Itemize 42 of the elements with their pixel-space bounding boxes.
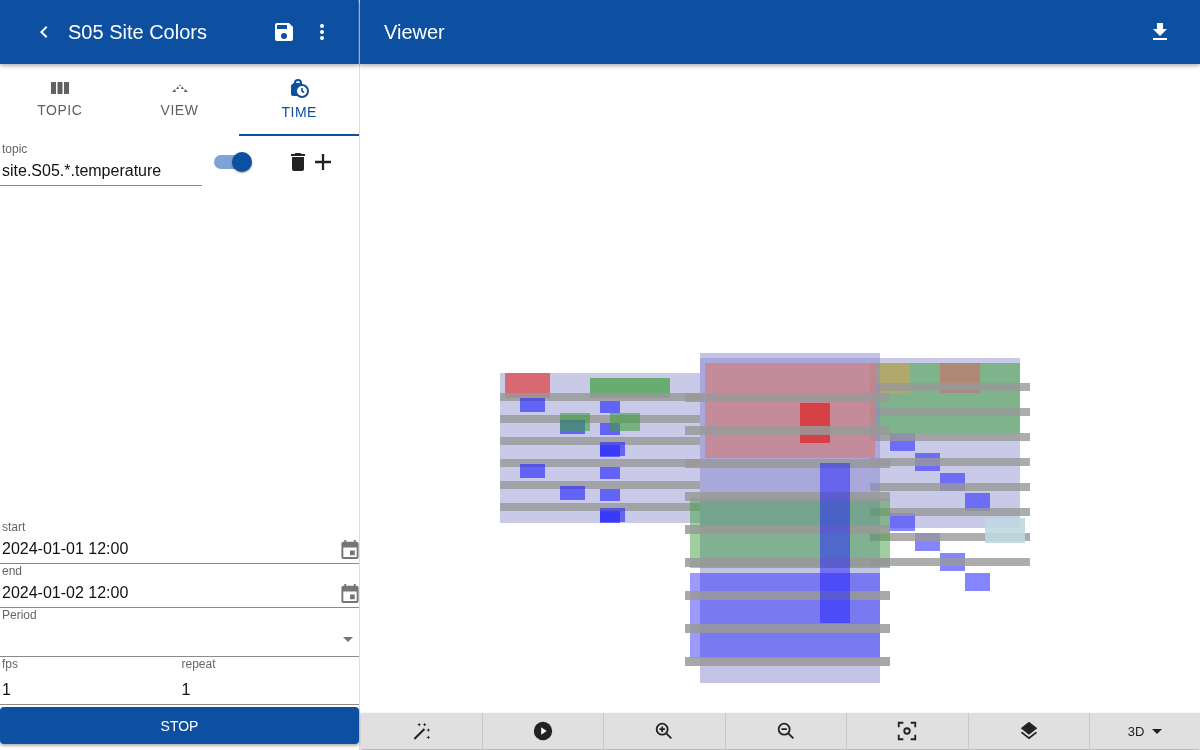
layers-button[interactable] [968,713,1091,749]
field-label: end [2,564,24,578]
field-label: fps [2,657,19,671]
field-value: 1 [181,680,192,700]
caret-icon [1152,728,1163,734]
stop-button[interactable]: STOP [0,707,359,744]
field-value: 2024-01-02 12:00 [2,583,129,603]
play-icon [531,720,554,742]
field-value: site.S05.*.temperature [2,161,163,181]
toggle-switch[interactable] [214,155,250,169]
start-date-field[interactable]: start 2024-01-01 12:00 [0,520,359,564]
layers-icon [1018,720,1040,742]
viewer-title: Viewer [384,20,446,44]
field-value: 2024-01-01 12:00 [2,539,129,559]
calendar-icon[interactable] [341,538,359,559]
app-title: S05 Site Colors [68,20,208,44]
tab[interactable]: TOPIC [0,64,120,136]
tab[interactable]: TIME [239,64,359,136]
field-label: start [2,520,27,534]
field-label: topic [2,142,29,156]
bag-clock-icon [289,78,310,98]
field-label: Period [2,608,38,622]
viewfinder-icon [896,720,919,742]
dropdown-caret-icon [343,636,353,642]
focus-button[interactable] [847,713,969,749]
view-mode-dropdown[interactable]: 3D [1090,713,1200,749]
columns-icon [49,80,70,96]
end-date-field[interactable]: end 2024-01-02 12:00 [0,564,359,608]
zoom-out-button[interactable] [725,713,848,749]
tab[interactable]: VIEW [119,64,240,136]
calendar-icon[interactable] [341,582,359,603]
period-dropdown[interactable]: Period [0,608,359,657]
repeat-field[interactable]: repeat 1 [179,657,359,705]
delete-icon[interactable] [290,153,306,171]
add-icon[interactable] [315,154,331,170]
field-value: 1 [2,680,12,700]
play-button[interactable] [482,713,605,749]
building-model-drawing[interactable] [500,353,1030,683]
field-label: repeat [181,657,217,671]
more-icon [320,24,324,40]
fps-field[interactable]: fps 1 [0,657,180,705]
topic-field[interactable]: topic site.S05.*.temperature [0,142,202,186]
